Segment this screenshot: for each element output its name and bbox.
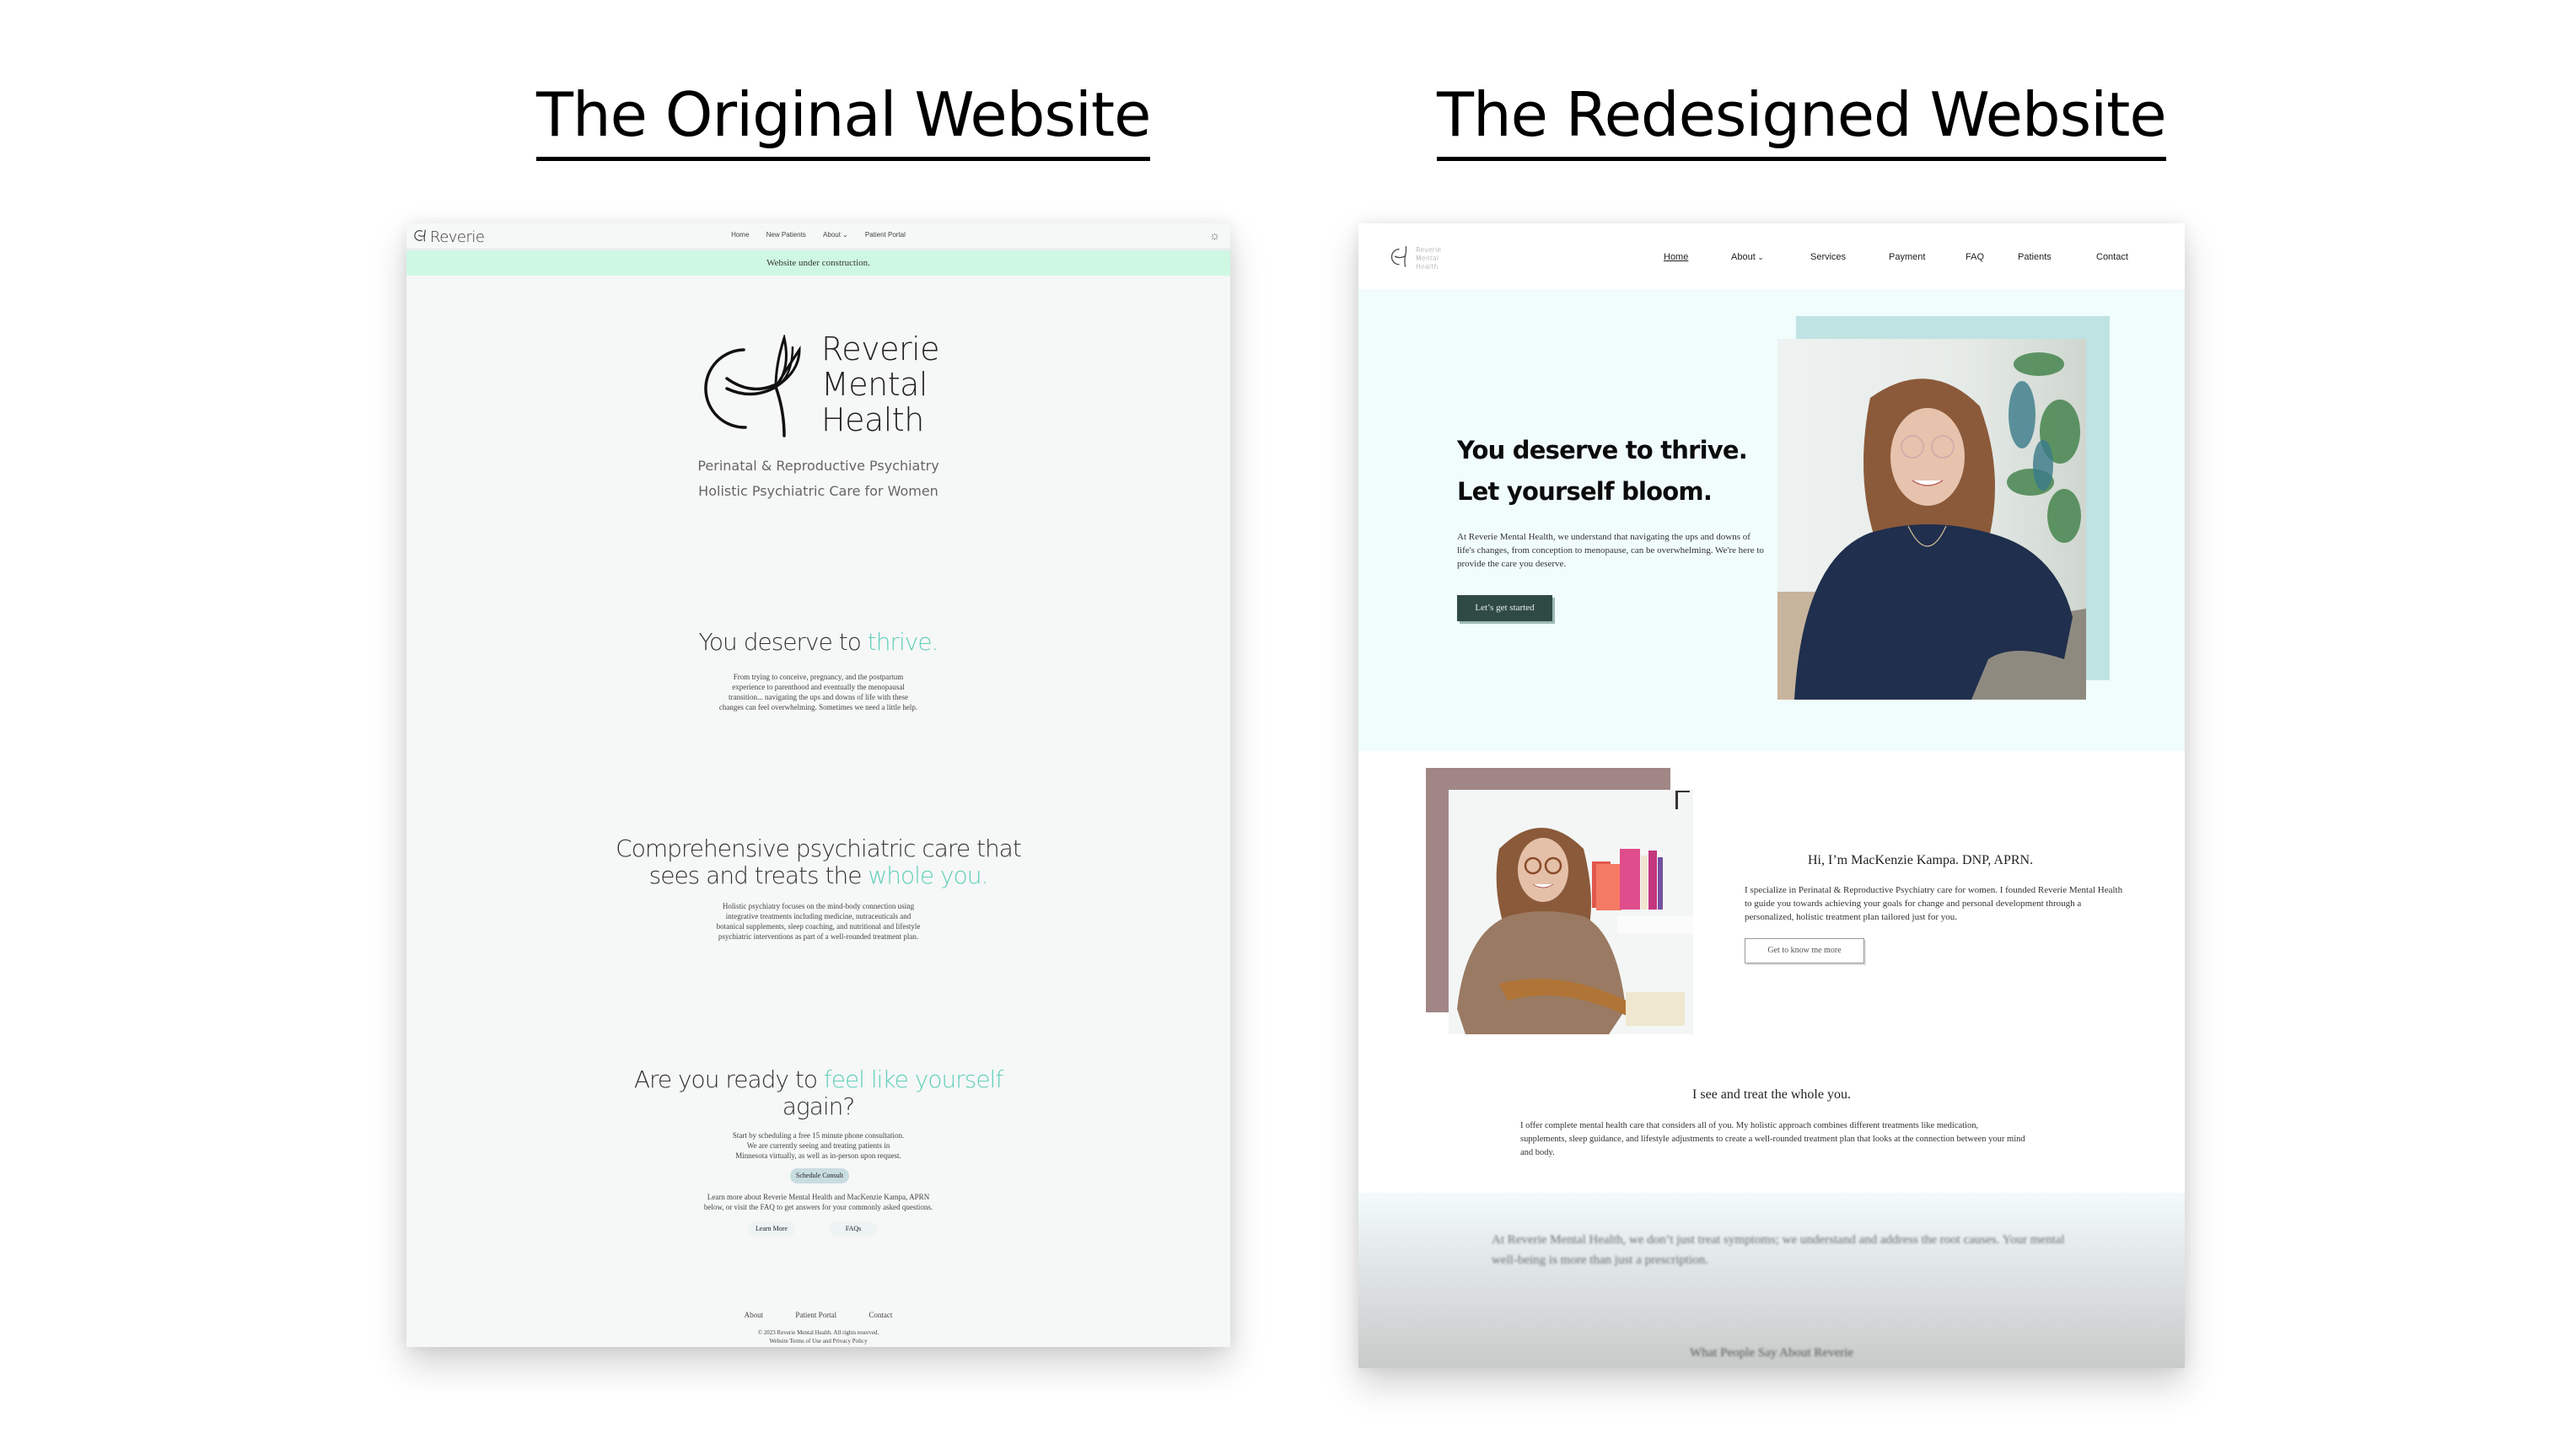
brand-line-1: Reverie [821, 330, 940, 368]
title-accent: thrive. [867, 628, 939, 656]
body-line: experience to parenthood and eventually … [732, 683, 905, 691]
body-line: Minnesota virtually, as well as in-perso… [735, 1151, 901, 1160]
nav-home[interactable]: Home [1664, 252, 1688, 262]
title-line-1: Comprehensive psychiatric care that [616, 835, 1022, 862]
schedule-consult-button[interactable]: Schedule Consult [790, 1168, 849, 1183]
original-navbar: Reverie Home New Patients About ⌄ Patient… [406, 223, 1230, 250]
whole-you-body: I offer complete mental health care that… [1520, 1121, 2025, 1157]
construction-banner: Website under construction. [406, 250, 1230, 276]
chevron-down-icon: ⌄ [842, 231, 848, 239]
original-website-heading: The Original Website [536, 84, 1151, 161]
original-section1-body: From trying to conceive, pregnancy, and … [406, 672, 1230, 712]
nav-services[interactable]: Services [1810, 252, 1846, 262]
hero-title: You deserve to thrive. Let yourself bloo… [1457, 430, 1748, 513]
original-section3-body: Start by scheduling a free 15 minute pho… [406, 1130, 1230, 1161]
faqs-button[interactable]: FAQs [830, 1221, 877, 1237]
original-website-frame: Reverie Home New Patients About ⌄ Patient… [406, 223, 1230, 1347]
brand-line-3: Health [821, 401, 924, 438]
body-line: integrative treatments including medicin… [725, 912, 912, 920]
chevron-down-icon: ⌄ [1755, 253, 1764, 261]
body-line: From trying to conceive, pregnancy, and … [733, 673, 904, 681]
footer-link-contact[interactable]: Contact [869, 1311, 892, 1319]
logo-line: Mental [1416, 254, 1439, 262]
logo-line: Health [1416, 262, 1439, 271]
redesigned-website-frame: Reverie Mental Health Home About ⌄ Servi… [1358, 223, 2185, 1368]
original-footer-links: About Patient Portal Contact [406, 1311, 1230, 1319]
footer-link-patient-portal[interactable]: Patient Portal [795, 1311, 836, 1319]
original-brand-name: Reverie Mental Health [821, 330, 940, 438]
learn-more-button[interactable]: Learn More [748, 1221, 795, 1237]
hero-title-line-2: Let yourself bloom. [1457, 477, 1713, 506]
nav-about[interactable]: About ⌄ [1731, 252, 1764, 262]
body-line: changes can feel overwhelming. Sometimes… [718, 703, 918, 711]
title-line-2: sees and treats the whole you. [406, 862, 1230, 889]
get-started-button[interactable]: Let’s get started [1457, 595, 1552, 621]
about-photo [1449, 790, 1693, 1034]
original-section3-title: Are you ready to feel like yourself agai… [406, 1066, 1230, 1120]
body-line: psychiatric interventions as part of a w… [718, 932, 919, 941]
reverie-logo-icon [1389, 244, 1412, 273]
whole-you-title: I see and treat the whole you. [1692, 1087, 1851, 1102]
body-line: Holistic psychiatry focuses on the mind-… [722, 902, 915, 910]
title-plain: sees and treats the [648, 861, 869, 889]
title-line-2: again? [782, 1092, 856, 1120]
nav-about-label: About [1731, 252, 1756, 262]
body-line: below, or visit the FAQ to get answers f… [703, 1203, 933, 1211]
title-plain: You deserve to [698, 628, 868, 656]
nav-faq[interactable]: FAQ [1966, 252, 1984, 262]
original-nav-home[interactable]: Home [731, 231, 749, 239]
get-to-know-me-button[interactable]: Get to know me more [1745, 938, 1864, 963]
original-tagline-2: Holistic Psychiatric Care for Women [698, 483, 938, 499]
title-line-1: Are you ready to feel like yourself [406, 1066, 1230, 1093]
body-line: Start by scheduling a free 15 minute pho… [732, 1131, 905, 1140]
original-nav-new-patients[interactable]: New Patients [766, 231, 806, 239]
body-line: Learn more about Reverie Mental Health a… [707, 1193, 930, 1201]
title-plain: Are you ready to [633, 1065, 824, 1093]
original-legal-link[interactable]: Website Terms of Use and Privacy Policy [406, 1338, 1230, 1344]
original-nav-about-label: About [823, 231, 841, 239]
fade-overlay [1358, 1193, 2185, 1368]
hero-body: At Reverie Mental Health, we understand … [1457, 532, 1764, 569]
title-accent: feel like yourself [823, 1065, 1003, 1093]
body-line: botanical supplements, sleep coaching, a… [716, 922, 921, 931]
body-line: transition... navigating the ups and dow… [729, 693, 908, 701]
logo-line: Reverie [1416, 245, 1442, 254]
nav-payment[interactable]: Payment [1889, 252, 1925, 262]
original-copyright: © 2023 Reverie Mental Health. All rights… [757, 1329, 879, 1336]
footer-link-about[interactable]: About [745, 1311, 764, 1319]
original-nav-patient-portal[interactable]: Patient Portal [865, 231, 906, 239]
original-section2-body: Holistic psychiatry focuses on the mind-… [406, 901, 1230, 942]
intro-body: I specialize in Perinatal & Reproductive… [1745, 885, 2123, 922]
brand-line-2: Mental [821, 366, 928, 403]
testimonials-title: What People Say About Reverie [1689, 1346, 1854, 1360]
redesigned-navbar: Reverie Mental Health Home About ⌄ Servi… [1358, 223, 2185, 289]
hero-title-line-1: You deserve to thrive. [1457, 436, 1748, 464]
nav-patients[interactable]: Patients [2018, 252, 2052, 262]
original-tagline-1: Perinatal & Reproductive Psychiatry [697, 458, 939, 474]
original-section2-title: Comprehensive psychiatric care that sees… [406, 835, 1230, 889]
original-section1-title: You deserve to thrive. [406, 628, 1230, 656]
photo-corner-accent [1675, 791, 1690, 809]
nav-contact[interactable]: Contact [2096, 252, 2128, 262]
intro-title: Hi, I’m MacKenzie Kampa. DNP, APRN. [1808, 853, 2034, 867]
redesigned-logo[interactable]: Reverie Mental Health [1389, 244, 1441, 273]
reverie-logo-mark-icon [691, 333, 809, 448]
hero-photo [1777, 339, 2086, 700]
redesigned-website-heading: The Redesigned Website [1437, 84, 2167, 161]
title-accent: whole you. [868, 861, 988, 889]
statement-text: At Reverie Mental Health, we don’t just … [1492, 1233, 2065, 1267]
original-nav-about[interactable]: About ⌄ [823, 231, 848, 239]
body-line: We are currently seeing and treating pat… [746, 1141, 890, 1150]
sun-icon[interactable]: ☼ [1209, 228, 1220, 242]
original-learn-more-text: Learn more about Reverie Mental Health a… [406, 1192, 1230, 1212]
